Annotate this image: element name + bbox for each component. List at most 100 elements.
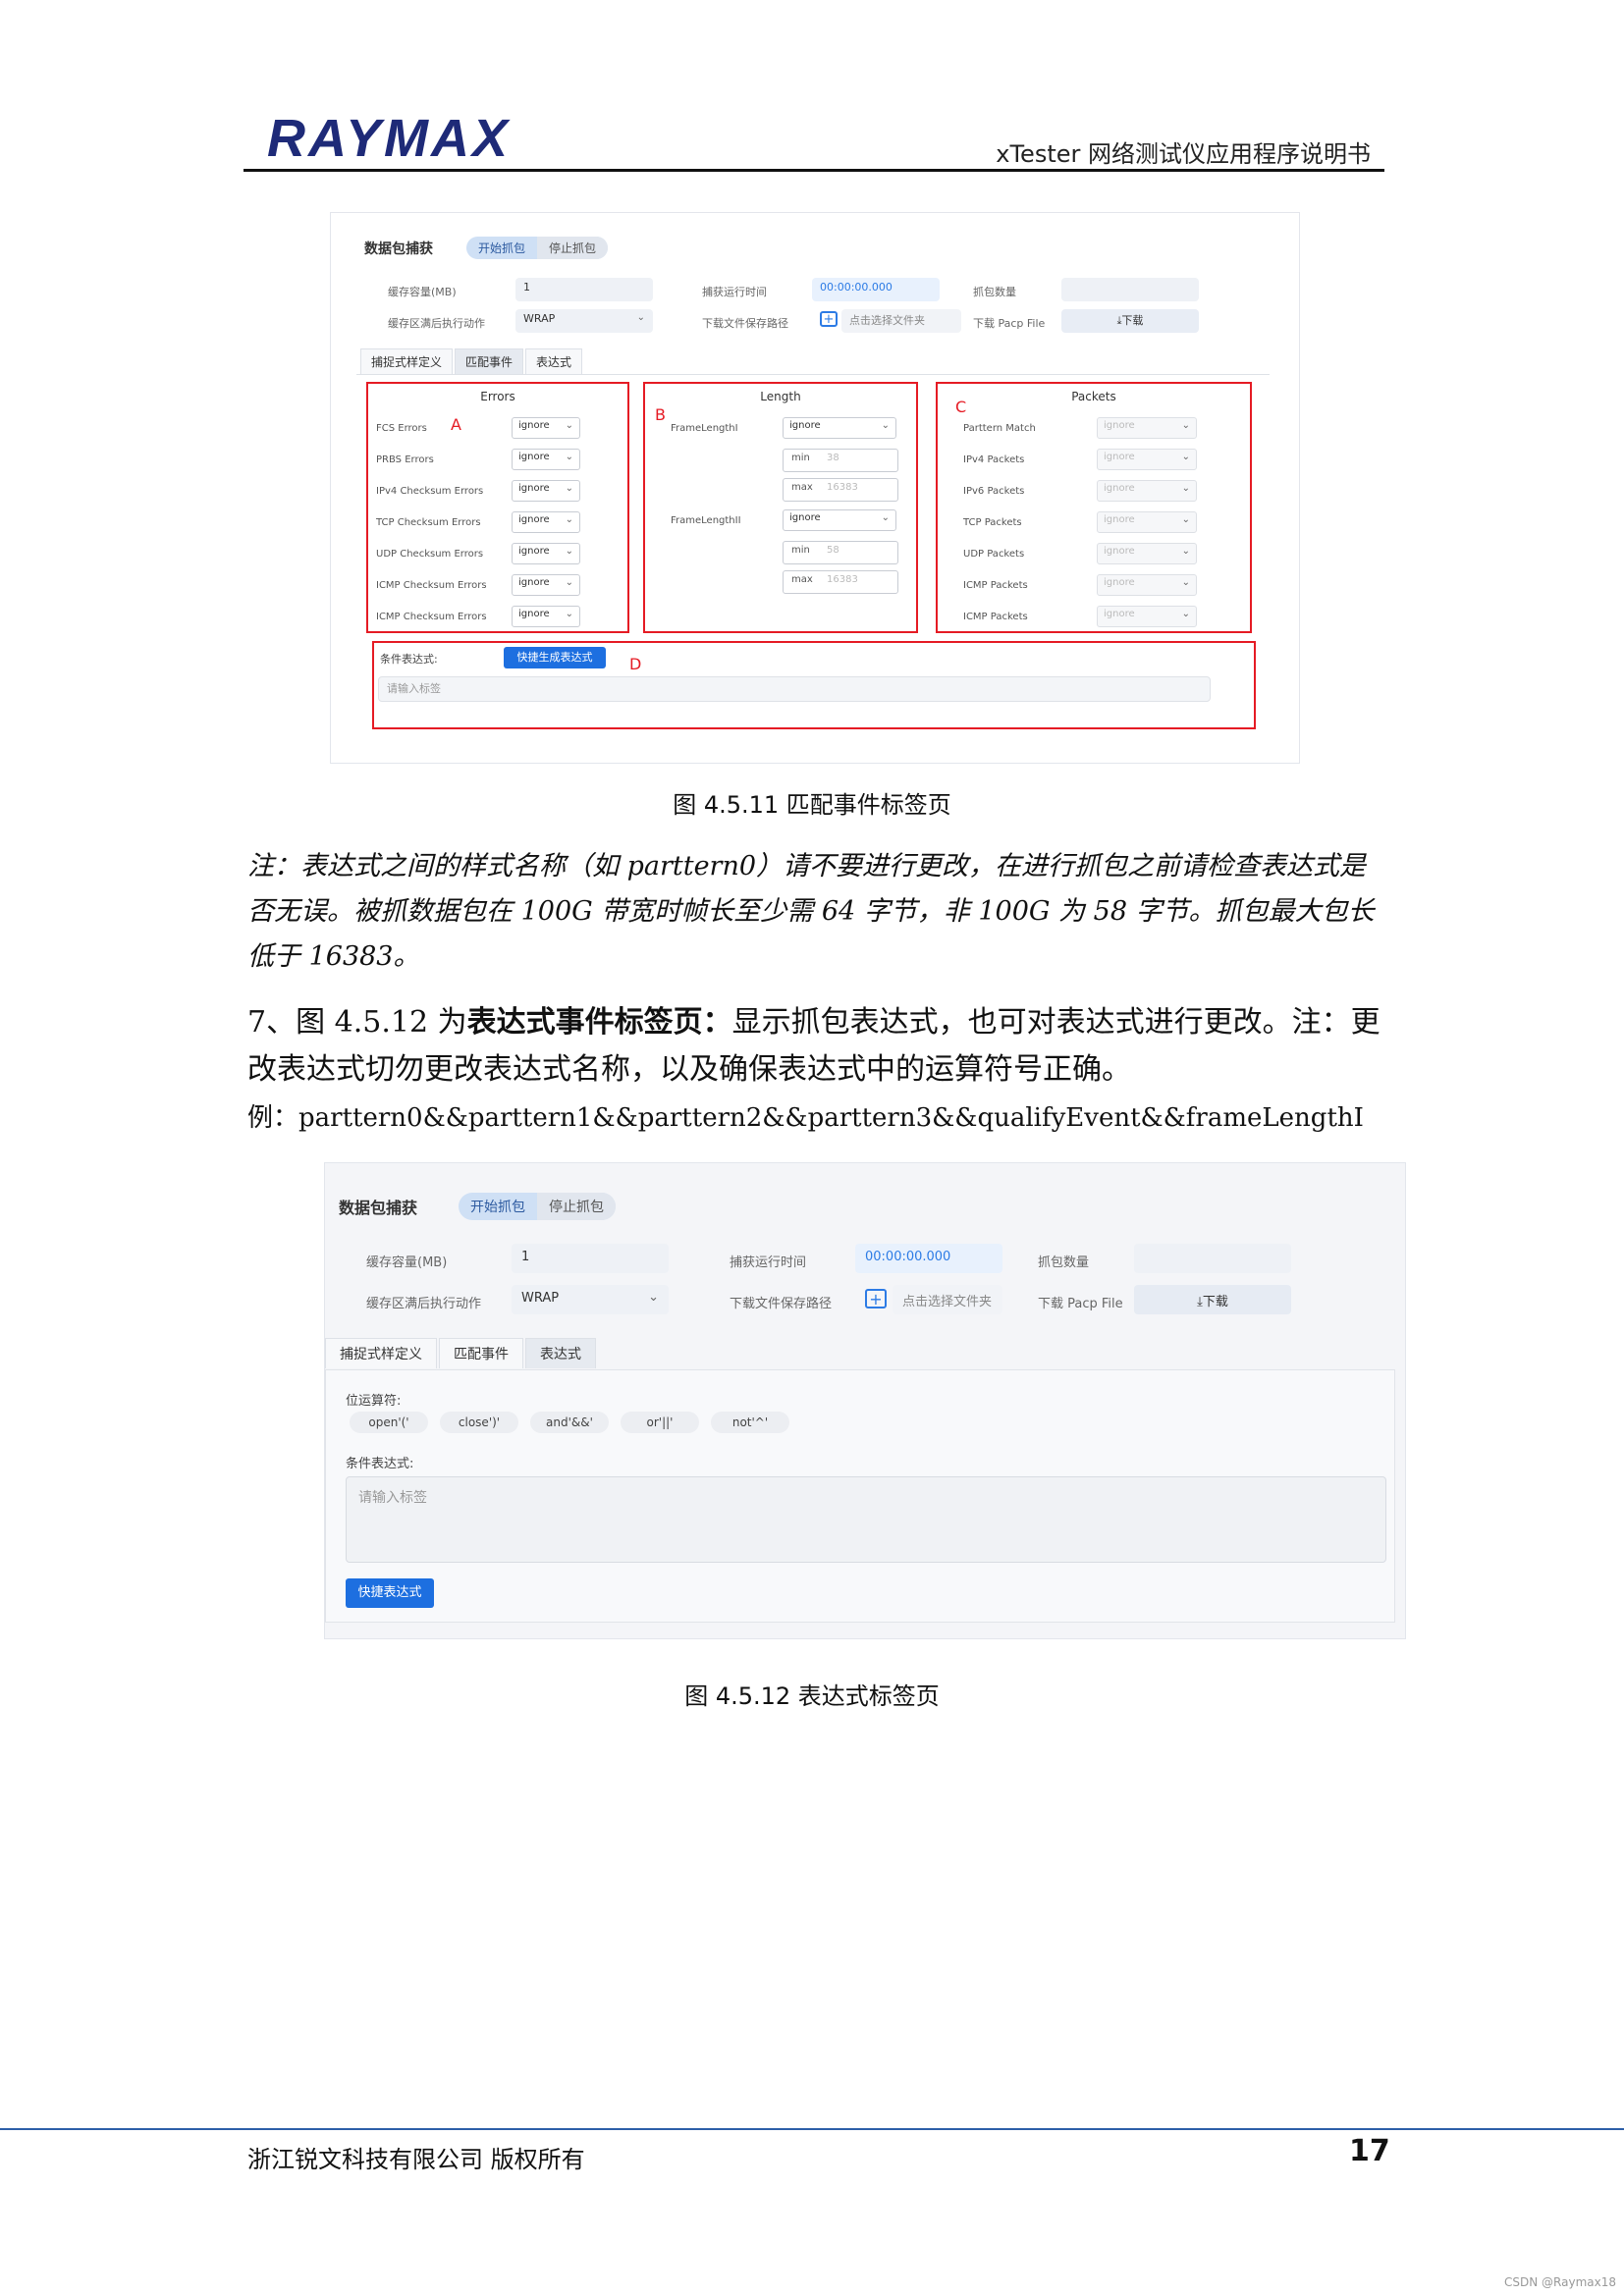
select-value: ignore [1104, 546, 1135, 557]
chevron-down-icon: ⌄ [1181, 609, 1190, 619]
frame-length-i-label: FrameLengthI [671, 423, 738, 434]
section-7-paragraph: 7、图 4.5.12 为表达式事件标签页：显示抓包表达式，也可对表达式进行更改。… [247, 999, 1386, 1094]
figure-caption-4-5-11: 图 4.5.11 匹配事件标签页 [673, 791, 951, 819]
condition-box: 条件表达式: 快捷生成表达式 D 请输入标签 [372, 641, 1256, 729]
operator-close-chip[interactable]: close')' [440, 1412, 518, 1433]
chevron-down-icon: ⌄ [881, 420, 890, 431]
quick-generate-expression-button[interactable]: 快捷生成表达式 [504, 647, 606, 668]
start-capture-button[interactable]: 开始抓包 [466, 237, 537, 259]
figure-caption-4-5-12: 图 4.5.12 表达式标签页 [684, 1682, 940, 1710]
error-select[interactable]: ignore ⌄ [512, 480, 580, 502]
select-value: ignore [1104, 420, 1135, 431]
packet-row-label: Parttern Match [963, 423, 1036, 434]
frame-length-i-min-field[interactable]: min 38 [783, 449, 898, 472]
select-value: ignore [1104, 609, 1135, 619]
box-label-d: D [629, 655, 642, 673]
errors-list: FCS Errors ignore ⌄ PRBS Errors ignore ⌄ I… [374, 417, 620, 641]
error-row-label: FCS Errors [376, 423, 427, 434]
error-select[interactable]: ignore ⌄ [512, 511, 580, 533]
list-item: TCP Checksum Errors ignore ⌄ [374, 511, 620, 547]
frame-length-ii-select[interactable]: ignore ⌄ [783, 509, 896, 531]
raymax-logo: RAYMAX [267, 109, 512, 168]
max-value: 16383 [827, 482, 858, 493]
packet-select[interactable]: ignore ⌄ [1097, 574, 1197, 596]
buffer-full-action-label: 缓存区满后执行动作 [388, 317, 485, 330]
quick-expression-button[interactable]: 快捷表达式 [346, 1578, 434, 1608]
packets-heading: Packets [1071, 390, 1116, 403]
operator-chips: open'(' close')' and'&&' or'||' not'^' [350, 1412, 789, 1433]
frame-length-ii-max-field[interactable]: max 16383 [783, 570, 898, 594]
bitwise-operators-label: 位运算符: [346, 1394, 402, 1409]
operator-and-chip[interactable]: and'&&' [530, 1412, 609, 1433]
operator-open-chip[interactable]: open'(' [350, 1412, 428, 1433]
tab-match-events[interactable]: 匹配事件 [439, 1338, 523, 1368]
error-select[interactable]: ignore ⌄ [512, 574, 580, 596]
watermark: CSDN @Raymax18 [1504, 2275, 1616, 2289]
save-path-label: 下载文件保存路径 [702, 317, 788, 330]
select-value: ignore [518, 577, 550, 588]
errors-box: Errors A FCS Errors ignore ⌄ PRBS Errors … [366, 382, 629, 633]
max-label: max [791, 482, 813, 493]
operator-not-chip[interactable]: not'^' [711, 1412, 789, 1433]
packet-select[interactable]: ignore ⌄ [1097, 511, 1197, 533]
tab-expression[interactable]: 表达式 [525, 1338, 596, 1368]
min-label: min [791, 453, 810, 463]
document-title: xTester 网络测试仪应用程序说明书 [996, 140, 1371, 168]
tab-capture-pattern[interactable]: 捕捉式样定义 [360, 348, 454, 374]
start-capture-button[interactable]: 开始抓包 [459, 1193, 537, 1220]
download-button[interactable]: ⤓下载 [1134, 1285, 1291, 1314]
select-value: ignore [518, 609, 550, 619]
frame-length-i-select[interactable]: ignore ⌄ [783, 417, 896, 439]
error-row-label: ICMP Checksum Errors [376, 612, 487, 622]
frame-length-ii-min-field[interactable]: min 58 [783, 541, 898, 564]
chevron-down-icon: ⌄ [565, 483, 573, 494]
error-select[interactable]: ignore ⌄ [512, 417, 580, 439]
cache-size-field[interactable]: 1 [512, 1244, 669, 1273]
packet-select[interactable]: ignore ⌄ [1097, 417, 1197, 439]
packet-select[interactable]: ignore ⌄ [1097, 606, 1197, 627]
error-select[interactable]: ignore ⌄ [512, 449, 580, 470]
stop-capture-button[interactable]: 停止抓包 [537, 1193, 616, 1220]
min-value: 38 [827, 453, 839, 463]
packets-box: Packets C Parttern Match ignore ⌄ IPv4 Pa… [936, 382, 1252, 633]
error-row-label: PRBS Errors [376, 454, 434, 465]
error-select[interactable]: ignore ⌄ [512, 543, 580, 564]
stop-capture-button[interactable]: 停止抓包 [537, 237, 609, 259]
errors-heading: Errors [480, 390, 515, 403]
error-select[interactable]: ignore ⌄ [512, 606, 580, 627]
packet-select[interactable]: ignore ⌄ [1097, 480, 1197, 502]
buffer-full-action-select[interactable]: WRAP ⌄ [515, 309, 653, 333]
operator-or-chip[interactable]: or'||' [621, 1412, 699, 1433]
select-value: ignore [789, 512, 821, 523]
error-row-label: IPv4 Checksum Errors [376, 486, 484, 497]
condition-expression-input[interactable]: 请输入标签 [378, 676, 1211, 702]
download-button[interactable]: ⤓下载 [1061, 309, 1199, 333]
length-heading: Length [760, 390, 801, 403]
save-path-field[interactable]: 点击选择文件夹 [841, 309, 961, 333]
tab-capture-pattern[interactable]: 捕捉式样定义 [325, 1338, 437, 1368]
tab-match-events[interactable]: 匹配事件 [455, 348, 524, 374]
tab-expression[interactable]: 表达式 [525, 348, 583, 374]
select-value: ignore [518, 452, 550, 462]
folder-plus-icon[interactable]: + [820, 311, 838, 327]
capture-title: 数据包捕获 [364, 241, 433, 257]
tab-divider [356, 374, 1270, 375]
buffer-full-action-select[interactable]: WRAP ⌄ [512, 1285, 669, 1314]
condition-expression-textarea[interactable]: 请输入标签 [346, 1476, 1386, 1563]
error-row-label: ICMP Checksum Errors [376, 580, 487, 591]
save-path-field[interactable]: 点击选择文件夹 [893, 1285, 1002, 1314]
packet-row-label: IPv6 Packets [963, 486, 1025, 497]
cache-size-field[interactable]: 1 [515, 278, 653, 301]
select-value: ignore [518, 483, 550, 494]
folder-plus-icon[interactable]: + [865, 1289, 887, 1308]
packet-row-label: ICMP Packets [963, 580, 1028, 591]
chevron-down-icon: ⌄ [1181, 483, 1190, 494]
select-value: ignore [518, 514, 550, 525]
list-item: ICMP Packets ignore ⌄ [963, 606, 1238, 641]
chevron-down-icon: ⌄ [565, 420, 573, 431]
packet-row-label: UDP Packets [963, 549, 1025, 560]
cache-size-label: 缓存容量(MB) [366, 1255, 448, 1270]
packet-select[interactable]: ignore ⌄ [1097, 543, 1197, 564]
frame-length-i-max-field[interactable]: max 16383 [783, 478, 898, 502]
packet-select[interactable]: ignore ⌄ [1097, 449, 1197, 470]
